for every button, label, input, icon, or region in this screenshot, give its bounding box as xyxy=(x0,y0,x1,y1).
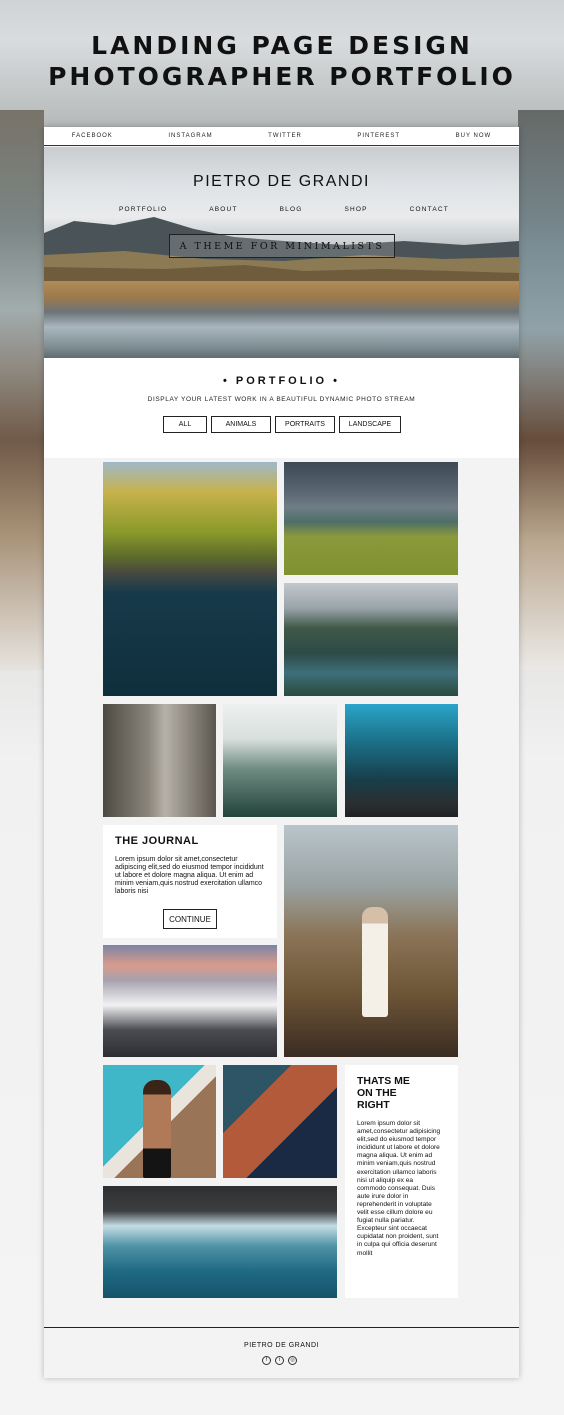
twitter-icon[interactable]: t xyxy=(275,1356,284,1365)
photo-ocean-waves[interactable] xyxy=(103,1186,337,1298)
photo-ocean-cliff[interactable] xyxy=(345,704,458,817)
filter-landscape-button[interactable]: LANDSCAPE xyxy=(339,416,401,433)
facebook-icon[interactable]: f xyxy=(262,1356,271,1365)
about-title-line-2: ON THE xyxy=(357,1087,397,1099)
nav-item-shop[interactable]: SHOP xyxy=(344,206,367,213)
portfolio-filters: ALL ANIMALS PORTRAITS LANDSCAPE xyxy=(163,416,401,433)
banner-title: LANDING PAGE DESIGN PHOTOGRAPHER PORTFOL… xyxy=(0,30,564,92)
photo-sneakers-cliff[interactable] xyxy=(223,1065,337,1178)
woman-figure xyxy=(362,907,388,1017)
hero-header: PIETRO DE GRANDI PORTFOLIO ABOUT BLOG SH… xyxy=(44,147,519,358)
filter-all-button[interactable]: ALL xyxy=(163,416,207,433)
about-title-line-1: THATS ME xyxy=(357,1075,410,1087)
banner-line-2: PHOTOGRAPHER PORTFOLIO xyxy=(48,62,516,91)
brand-name[interactable]: PIETRO DE GRANDI xyxy=(44,173,519,191)
photo-misty-forest[interactable] xyxy=(223,704,337,817)
footer-social-icons: f t ◎ xyxy=(262,1356,297,1365)
photo-green-valley[interactable] xyxy=(284,462,458,575)
social-nav: FACEBOOK INSTAGRAM TWITTER PINTEREST BUY… xyxy=(44,127,519,146)
journal-card: THE JOURNAL Lorem ipsum dolor sit amet,c… xyxy=(103,825,277,938)
backdrop-right xyxy=(518,110,564,670)
man-figure xyxy=(143,1080,171,1178)
buy-now-link[interactable]: BUY NOW xyxy=(456,133,492,139)
filter-animals-button[interactable]: ANIMALS xyxy=(211,416,271,433)
social-link-instagram[interactable]: INSTAGRAM xyxy=(168,133,212,139)
photo-fjord-river[interactable] xyxy=(284,583,458,696)
about-text: Lorem ipsum dolor sit amet,consectetur a… xyxy=(357,1120,441,1257)
nav-item-about[interactable]: ABOUT xyxy=(209,206,237,213)
footer: PIETRO DE GRANDI f t ◎ xyxy=(44,1327,519,1378)
banner-line-1: LANDING PAGE DESIGN xyxy=(91,31,473,60)
footer-brand: PIETRO DE GRANDI xyxy=(244,1342,319,1349)
tagline-box: A THEME FOR MINIMALISTS xyxy=(169,234,395,258)
nav-item-portfolio[interactable]: PORTFOLIO xyxy=(119,206,167,213)
main-nav: PORTFOLIO ABOUT BLOG SHOP CONTACT xyxy=(119,206,449,213)
filter-portraits-button[interactable]: PORTRAITS xyxy=(275,416,335,433)
portfolio-subtitle: DISPLAY YOUR LATEST WORK IN A BEAUTIFUL … xyxy=(147,396,416,403)
about-card: THATS ME ON THE RIGHT Lorem ipsum dolor … xyxy=(345,1065,458,1298)
social-link-facebook[interactable]: FACEBOOK xyxy=(72,133,113,139)
photo-deer[interactable] xyxy=(103,704,216,817)
instagram-icon[interactable]: ◎ xyxy=(288,1356,297,1365)
journal-excerpt: Lorem ipsum dolor sit amet,consectetur a… xyxy=(115,856,264,895)
nav-item-contact[interactable]: CONTACT xyxy=(410,206,449,213)
nav-item-blog[interactable]: BLOG xyxy=(280,206,303,213)
portfolio-section: • PORTFOLIO • DISPLAY YOUR LATEST WORK I… xyxy=(44,358,519,458)
photo-snowy-mountains[interactable] xyxy=(103,945,277,1057)
continue-button[interactable]: CONTINUE xyxy=(163,909,217,929)
social-link-twitter[interactable]: TWITTER xyxy=(268,133,302,139)
about-title: THATS ME ON THE RIGHT xyxy=(357,1075,410,1111)
photo-woman-white-dress[interactable] xyxy=(284,825,458,1057)
portfolio-title: • PORTFOLIO • xyxy=(223,375,340,387)
photo-lake-forest[interactable] xyxy=(103,462,277,696)
photo-man-beach[interactable] xyxy=(103,1065,216,1178)
landing-page-mockup: FACEBOOK INSTAGRAM TWITTER PINTEREST BUY… xyxy=(44,127,519,1378)
backdrop-left xyxy=(0,110,44,670)
about-title-line-3: RIGHT xyxy=(357,1099,390,1111)
journal-title: THE JOURNAL xyxy=(115,835,199,847)
social-link-pinterest[interactable]: PINTEREST xyxy=(357,133,400,139)
